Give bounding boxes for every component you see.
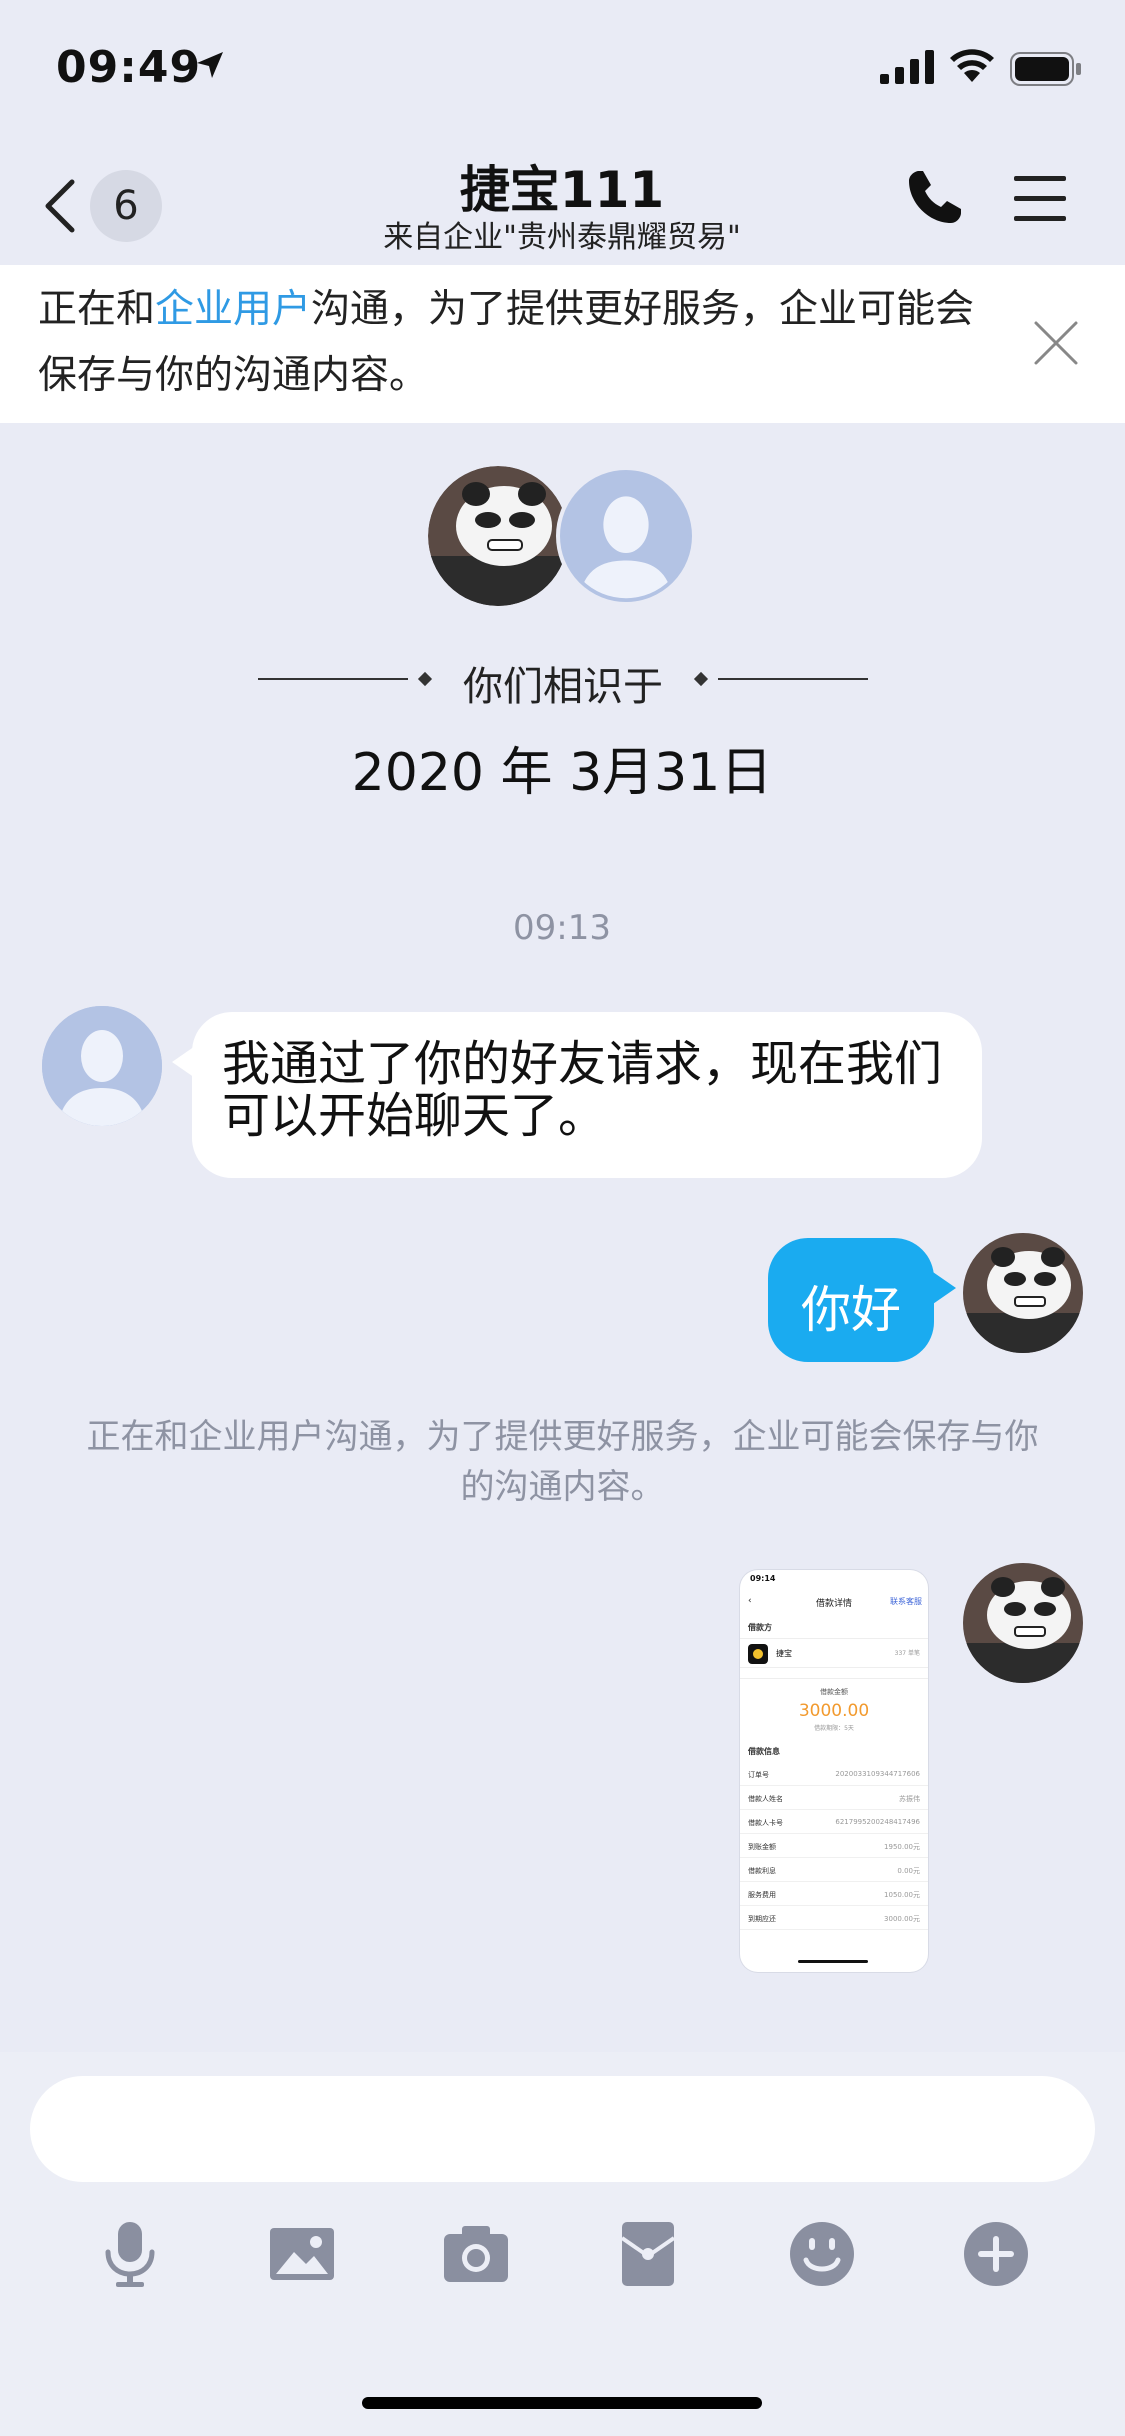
unread-count-badge: 6 (90, 170, 162, 242)
info-value: 2020033109344717606 (835, 1770, 920, 1778)
info-value: 苏振伟 (899, 1795, 920, 1803)
divider-line (718, 678, 868, 680)
notice-prefix: 正在和 (38, 287, 156, 332)
screenshot-lender-row: 捷宝 337 单笔 (740, 1638, 928, 1668)
info-key: 借款人卡号 (748, 1819, 783, 1827)
amount-note: 借款期限：5天 (814, 1725, 854, 1732)
met-since-date: 2020 年 3月31日 (351, 743, 773, 803)
met-since-divider: 你们相识于 (258, 650, 868, 710)
back-button[interactable]: 6 (40, 170, 170, 242)
notice-text: 正在和企业用户沟通，为了提供更好服务，企业可能会保存与你的沟通内容。 (38, 277, 998, 409)
screenshot-header: ‹ 借款详情 联系客服 (740, 1596, 928, 1614)
divider-dot (417, 671, 433, 687)
panda-avatar (428, 466, 568, 606)
emoji-icon[interactable] (786, 2218, 858, 2290)
chat-header: 6 捷宝111 来自企业"贵州泰鼎耀贸易" (0, 140, 1125, 265)
info-row: 到账金额 1950.00元 (740, 1834, 928, 1858)
plus-icon[interactable] (960, 2218, 1032, 2290)
enterprise-user-link[interactable]: 企业用户 (155, 287, 311, 332)
microphone-icon[interactable] (94, 2218, 166, 2290)
amount-label: 借款金额 (820, 1688, 848, 1696)
info-key: 订单号 (748, 1771, 769, 1779)
status-bar: 09:49 (0, 0, 1125, 140)
info-key: 借款人姓名 (748, 1795, 783, 1803)
info-value: 1050.00元 (884, 1891, 920, 1899)
screenshot-status-time: 09:14 (750, 1574, 776, 1583)
info-row: 订单号 2020033109344717606 (740, 1762, 928, 1786)
info-row: 借款利息 0.00元 (740, 1858, 928, 1882)
system-privacy-note: 正在和企业用户沟通，为了提供更好服务，企业可能会保存与你的沟通内容。 (86, 1417, 1039, 1507)
screenshot-amount-box: 借款金额 3000.00 借款期限：5天 (740, 1678, 928, 1738)
info-key: 服务费用 (748, 1891, 776, 1899)
divider-dot (693, 671, 709, 687)
divider-line (258, 678, 408, 680)
wifi-icon (950, 49, 994, 82)
status-time: 09:49 (56, 42, 202, 93)
bubble-tail (930, 1270, 956, 1306)
amount-value: 3000.00 (798, 1701, 870, 1721)
info-value: 6217995200248417496 (835, 1818, 920, 1826)
battery-icon (1010, 52, 1081, 86)
lender-logo (748, 1644, 768, 1664)
lender-name: 捷宝 (776, 1649, 792, 1658)
privacy-notice-banner: 正在和企业用户沟通，为了提供更好服务，企业可能会保存与你的沟通内容。 (0, 265, 1125, 423)
my-panda-avatar[interactable] (963, 1563, 1083, 1683)
image-icon[interactable] (266, 2218, 338, 2290)
screenshot-section-lender: 借款方 (748, 1623, 772, 1632)
incoming-message-text: 我通过了你的好友请求，现在我们可以开始聊天了。 (222, 1036, 943, 1144)
screenshot-info-rows: 订单号 2020033109344717606 借款人姓名 苏振伟 借款人卡号 621… (740, 1762, 928, 1930)
cellular-signal-icon (880, 50, 934, 84)
met-since-label: 你们相识于 (463, 664, 663, 710)
info-value: 3000.00元 (884, 1915, 920, 1923)
info-key: 借款利息 (748, 1867, 776, 1875)
my-panda-avatar[interactable] (963, 1233, 1083, 1353)
message-input[interactable] (30, 2076, 1095, 2182)
screenshot-action: 联系客服 (890, 1597, 922, 1606)
composer-area (0, 2052, 1125, 2436)
user-avatar-placeholder (556, 466, 696, 606)
screenshot-home-bar (798, 1960, 868, 1963)
info-key: 到期应还 (748, 1915, 776, 1923)
menu-icon[interactable] (1010, 172, 1070, 224)
chat-subtitle: 来自企业"贵州泰鼎耀贸易" (383, 220, 741, 255)
info-row: 服务费用 1050.00元 (740, 1882, 928, 1906)
shared-screenshot-image[interactable]: 09:14 ‹ 借款详情 联系客服 借款方 捷宝 337 单笔 借款金额 300… (740, 1570, 928, 1972)
camera-icon[interactable] (440, 2218, 512, 2290)
message-timestamp: 09:13 (513, 908, 611, 948)
incoming-message-bubble[interactable]: 我通过了你的好友请求，现在我们可以开始聊天了。 (192, 1012, 982, 1178)
info-row: 到期应还 3000.00元 (740, 1906, 928, 1930)
lender-score: 337 单笔 (894, 1650, 920, 1657)
info-value: 1950.00元 (884, 1843, 920, 1851)
outgoing-message-text: 你好 (801, 1281, 901, 1339)
location-arrow-icon (197, 52, 223, 78)
chevron-left-icon (45, 179, 75, 233)
phone-call-icon[interactable] (905, 167, 965, 227)
outgoing-message-bubble[interactable]: 你好 (768, 1238, 934, 1362)
red-packet-icon[interactable] (612, 2218, 684, 2290)
info-value: 0.00元 (897, 1867, 920, 1875)
home-indicator[interactable] (362, 2397, 762, 2409)
screenshot-section-info: 借款信息 (748, 1747, 780, 1756)
contact-avatar[interactable] (42, 1006, 162, 1126)
info-row: 借款人卡号 6217995200248417496 (740, 1810, 928, 1834)
participants-avatars (428, 466, 698, 606)
info-key: 到账金额 (748, 1843, 776, 1851)
info-row: 借款人姓名 苏振伟 (740, 1786, 928, 1810)
close-icon[interactable] (1030, 317, 1082, 369)
